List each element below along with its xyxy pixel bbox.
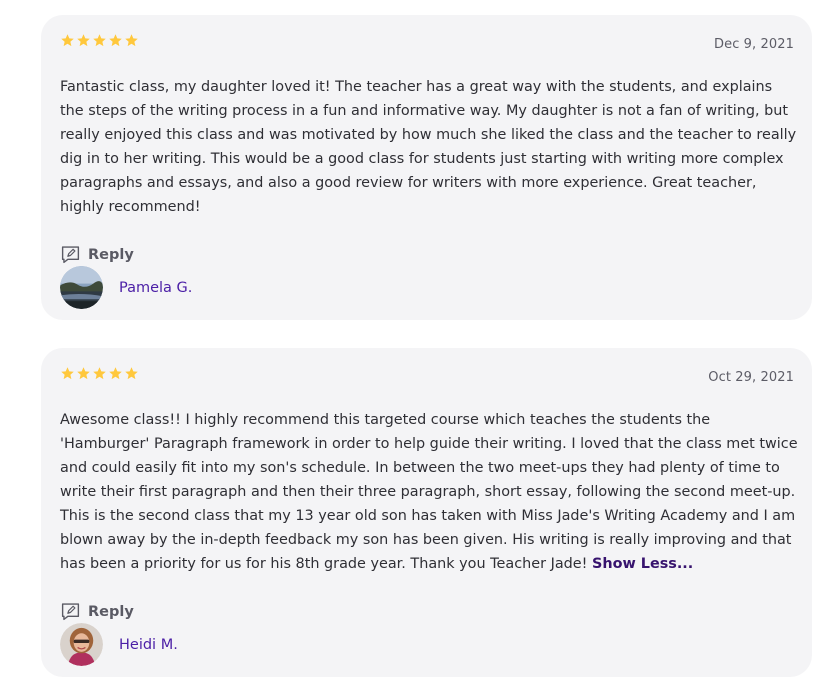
person-photo-avatar [60, 623, 103, 666]
author-name-link[interactable]: Pamela G. [119, 280, 192, 296]
landscape-photo-avatar [60, 266, 103, 309]
show-less-link[interactable]: Show Less... [592, 556, 693, 572]
star-icon [77, 34, 90, 47]
review-card: Dec 9, 2021 Fantastic class, my daughter… [41, 15, 812, 320]
star-icon [109, 367, 122, 380]
review-author: Pamela G. [60, 266, 192, 309]
reply-label: Reply [88, 603, 134, 620]
review-text: Fantastic class, my daughter loved it! T… [60, 79, 797, 215]
star-icon [61, 34, 74, 47]
review-text-body: Awesome class!! I highly recommend this … [60, 412, 798, 572]
star-icon [93, 34, 106, 47]
star-icon [125, 34, 138, 47]
review-date: Oct 29, 2021 [708, 370, 794, 385]
star-rating [60, 366, 139, 384]
review-card: Oct 29, 2021 Awesome class!! I highly re… [41, 348, 812, 677]
reply-label: Reply [88, 246, 134, 263]
review-author: Heidi M. [60, 623, 178, 666]
review-text: Awesome class!! I highly recommend this … [60, 408, 800, 576]
reply-icon [61, 603, 80, 621]
reply-button[interactable]: Reply [60, 244, 134, 265]
star-icon [61, 367, 74, 380]
reviews-list: Dec 9, 2021 Fantastic class, my daughter… [0, 0, 830, 689]
star-rating [60, 33, 139, 51]
star-icon [109, 34, 122, 47]
reply-icon [61, 246, 80, 264]
author-name-link[interactable]: Heidi M. [119, 637, 178, 653]
star-icon [77, 367, 90, 380]
reply-button[interactable]: Reply [60, 601, 134, 622]
star-icon [93, 367, 106, 380]
star-icon [125, 367, 138, 380]
review-date: Dec 9, 2021 [713, 37, 794, 52]
